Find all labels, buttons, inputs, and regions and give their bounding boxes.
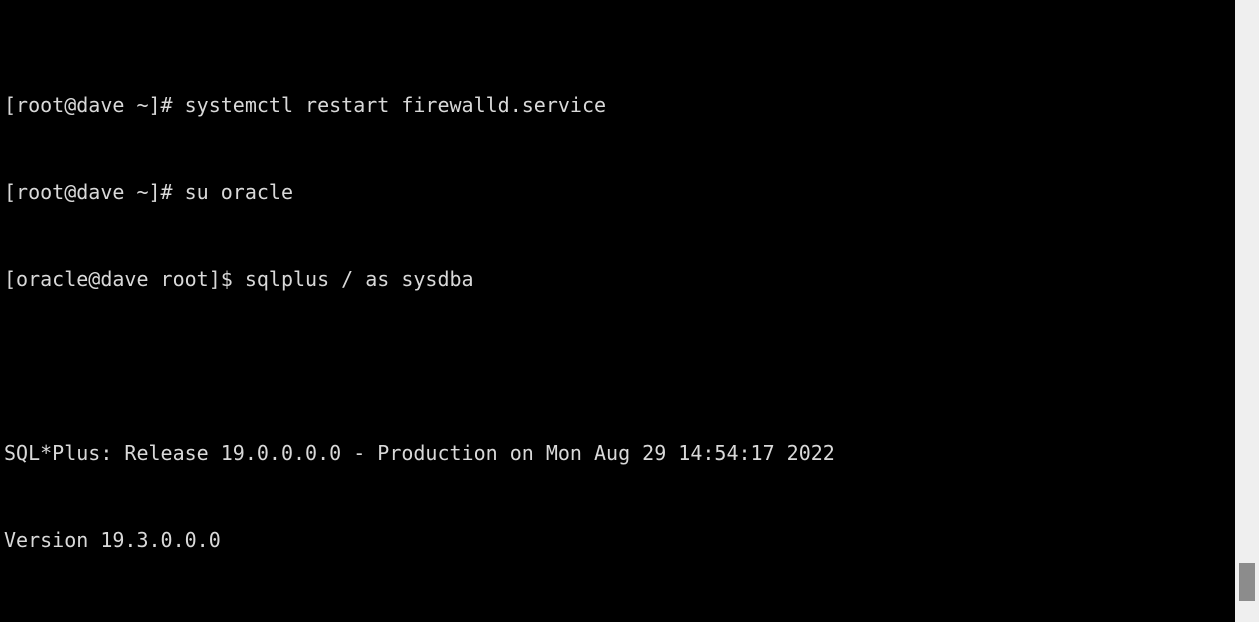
terminal-line-blank-1 [4,352,1235,381]
terminal-line-command-sqlplus: [oracle@dave root]$ sqlplus / as sysdba [4,267,474,291]
terminal-line-sqlplus-banner: SQL*Plus: Release 19.0.0.0.0 - Productio… [4,441,835,465]
terminal-line-command-su-oracle: [root@dave ~]# su oracle [4,180,293,204]
vertical-scrollbar[interactable] [1235,0,1259,622]
terminal-line-command-systemctl: [root@dave ~]# systemctl restart firewal… [4,93,607,117]
terminal-line-sqlplus-version: Version 19.3.0.0.0 [4,528,221,552]
terminal-line-blank-2 [4,613,1235,622]
terminal-console-output[interactable]: [root@dave ~]# systemctl restart firewal… [0,0,1235,622]
vertical-scrollbar-thumb[interactable] [1239,563,1255,601]
terminal-window: [root@dave ~]# systemctl restart firewal… [0,0,1259,622]
